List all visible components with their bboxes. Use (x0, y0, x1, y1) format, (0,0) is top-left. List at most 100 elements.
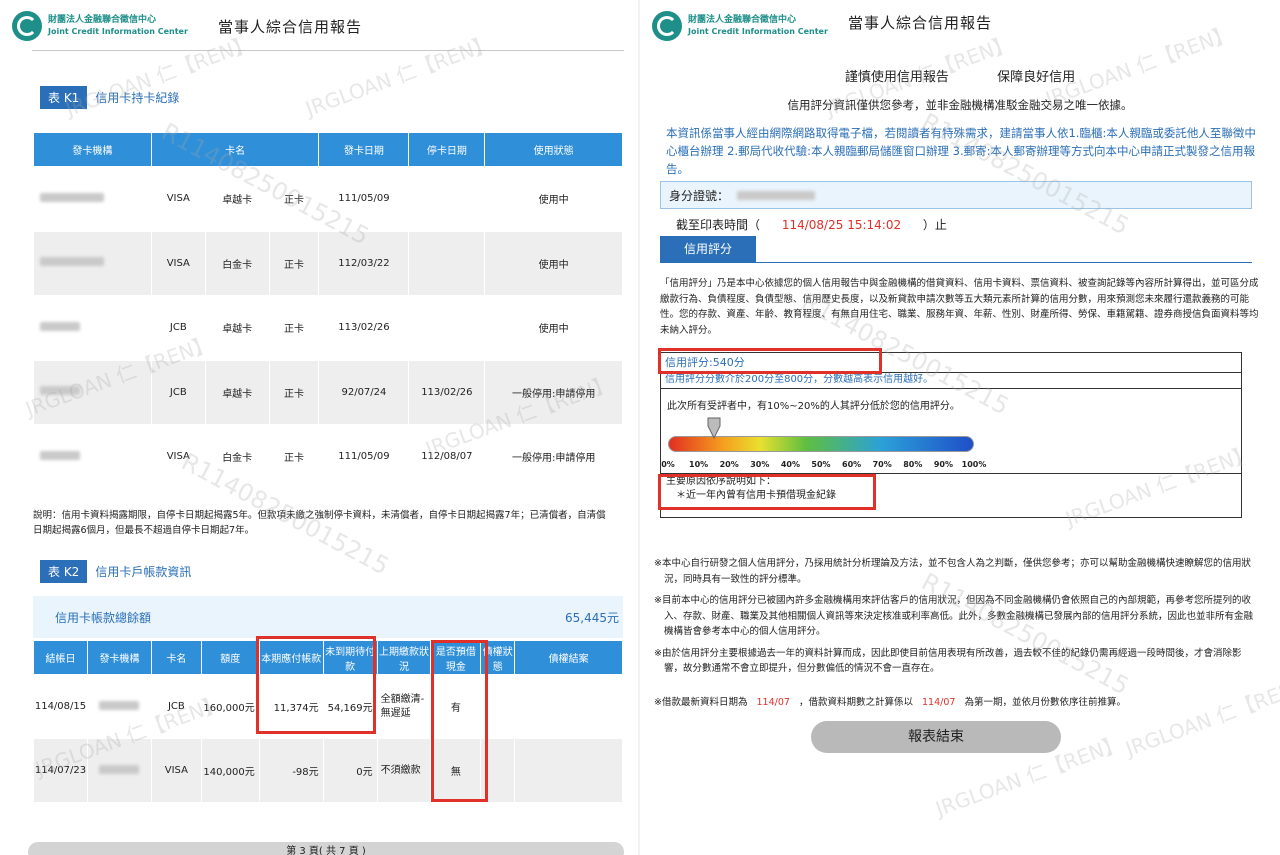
score-disclaimer: 信用評分資訊僅供您參考，並非金融機構准駁金融交易之唯一依據。 (787, 98, 1133, 112)
jcic-logo-icon (652, 11, 682, 41)
col-issue-date: 發卡日期 (318, 132, 410, 167)
card-status: 一般停用:申請停用 (484, 359, 623, 425)
col-status: 使用狀態 (484, 132, 623, 167)
card-type: 正卡 (268, 166, 320, 232)
data-date-note-c: 為第一期，並依月份數依序往前推算。 (964, 697, 1126, 708)
scale-tick-label: 100% (961, 460, 987, 469)
pending-amount: 0元 (322, 738, 378, 803)
id-label: 身分證號： (669, 188, 730, 203)
issue-date: 92/07/24 (318, 359, 410, 425)
card-brand: VISA (150, 230, 206, 296)
claim-closed (514, 674, 623, 739)
card-balance-summary: 信用卡帳款總餘額 65,445元 (33, 596, 623, 638)
issue-date: 111/05/09 (318, 424, 410, 490)
highlight-cash-advance (431, 640, 488, 802)
k1-disclosure-note: 說明：信用卡資料揭露期限，自停卡日期起揭露5年。但款項未繳之強制停卡資料，未清償… (33, 510, 606, 536)
card-type: 正卡 (268, 230, 320, 296)
stop-date (408, 230, 486, 296)
data-date-2: 114/07 (922, 697, 956, 708)
highlight-score (658, 348, 882, 374)
card-status: 使用中 (484, 295, 623, 361)
stop-date: 113/02/26 (408, 359, 486, 425)
issuer-redacted (86, 674, 152, 739)
scale-tick-label: 40% (780, 460, 800, 469)
highlight-reason (658, 474, 876, 510)
stop-date: 112/08/07 (408, 424, 486, 490)
col-last-payment: 上期繳款狀況 (376, 640, 432, 675)
card-row: VISA 白金卡 正卡 111/05/09 112/08/07 一般停用:申請停用 (33, 424, 623, 490)
report-title: 當事人綜合信用報告 (848, 14, 993, 32)
scale-tick-label: 10% (689, 460, 709, 469)
issuer-redacted (33, 359, 152, 425)
card-type: 正卡 (268, 359, 320, 425)
right-report-page: 財團法人金融聯合徵信中心 Joint Credit Information Ce… (640, 0, 1280, 855)
k1-title: 信用卡持卡紀錄 (95, 91, 180, 105)
card-type: 正卡 (268, 424, 320, 490)
scale-tick-label: 90% (933, 460, 953, 469)
card-brand: VISA (150, 424, 206, 490)
card-brand: JCB (150, 359, 206, 425)
jcic-logo: 財團法人金融聯合徵信中心 Joint Credit Information Ce… (12, 6, 188, 46)
issuer-redacted (33, 424, 152, 490)
card-brand: VISA (150, 738, 202, 803)
slogan-1: 謹慎使用信用報告 (844, 70, 949, 85)
percentile-marker-icon (707, 417, 721, 440)
scale-tick-label: 20% (719, 460, 739, 469)
slogan: 謹慎使用信用報告 保障良好信用 (640, 66, 1280, 85)
total-balance-label: 信用卡帳款總餘額 (55, 610, 152, 625)
section-k1-heading: 表 K1 信用卡持卡紀錄 (40, 86, 179, 109)
tab-credit-score[interactable]: 信用評分 (660, 236, 756, 262)
stop-date (408, 166, 486, 232)
card-type: 正卡 (268, 295, 320, 361)
card-brand: JCB (150, 674, 202, 739)
percentile-text: 此次所有受評者中，有10%~20%的人其評分低於您的信用評分。 (661, 388, 1241, 412)
k2-title: 信用卡戶帳款資訊 (95, 565, 192, 579)
issuer-redacted (33, 230, 152, 296)
col-stop-date: 停卡日期 (408, 132, 486, 167)
card-row: VISA 白金卡 正卡 112/03/22 使用中 (33, 230, 623, 296)
card-holding-table: 發卡機構 卡名 發卡日期 停卡日期 使用狀態 VISA 卓越卡 正卡 111/05/0… (33, 132, 623, 490)
report-title: 當事人綜合信用報告 (218, 18, 363, 36)
id-number-row: 身分證號： (660, 181, 1252, 209)
claim-closed (514, 738, 623, 803)
card-brand: JCB (150, 295, 206, 361)
data-date-note-b: ，借款資料期數之計算係以 (798, 697, 913, 708)
issue-date: 111/05/09 (318, 166, 410, 232)
page-number: 第 3 頁( 共 7 頁 ) (28, 842, 624, 855)
end-of-report-button[interactable]: 報表結束 (811, 721, 1061, 753)
col-limit: 額度 (200, 640, 260, 675)
org-name-en: Joint Credit Information Center (48, 27, 188, 36)
highlight-payment-amounts (256, 636, 376, 734)
print-time-label: 截至印表時間（ (676, 218, 761, 232)
print-time-value: 114/08/25 15:14:02 (781, 218, 902, 232)
scale-tick-label: 0% (661, 460, 675, 469)
card-level: 卓越卡 (204, 166, 270, 232)
card-status: 一般停用:申請停用 (484, 424, 623, 490)
col-bill-date: 結帳日 (33, 640, 88, 675)
amount-due: -98元 (258, 738, 324, 803)
score-range-text: 信用評分分數介於200分至800分，分數越高表示信用越好。 (665, 374, 934, 385)
card-row: JCB 卓越卡 正卡 113/02/26 使用中 (33, 295, 623, 361)
score-note: ※由於信用評分主要根據過去一年的資料計算而成，因此即使目前信用表現有所改善，過去… (654, 647, 1242, 675)
print-time-end: ）止 (922, 218, 947, 232)
left-report-page: 財團法人金融聯合徵信中心 Joint Credit Information Ce… (0, 0, 640, 855)
card-row: JCB 卓越卡 正卡 92/07/24 113/02/26 一般停用:申請停用 (33, 359, 623, 425)
issue-date: 113/02/26 (318, 295, 410, 361)
credit-limit: 140,000元 (200, 738, 260, 803)
card-level: 白金卡 (204, 424, 270, 490)
issuer-redacted (33, 166, 152, 232)
issuer-redacted (33, 295, 152, 361)
card-status: 使用中 (484, 166, 623, 232)
data-date-1: 114/07 (756, 697, 790, 708)
jcic-logo-icon (12, 11, 42, 41)
scale-tick-label: 50% (811, 460, 831, 469)
issue-date: 112/03/22 (318, 230, 410, 296)
col-issuer: 發卡機構 (33, 132, 152, 167)
k1-tag: 表 K1 (40, 86, 88, 109)
card-status: 使用中 (484, 230, 623, 296)
issuer-redacted (86, 738, 152, 803)
scale-tick-label: 30% (750, 460, 770, 469)
credit-limit: 160,000元 (200, 674, 260, 739)
header-divider (32, 50, 624, 51)
card-level: 卓越卡 (204, 295, 270, 361)
